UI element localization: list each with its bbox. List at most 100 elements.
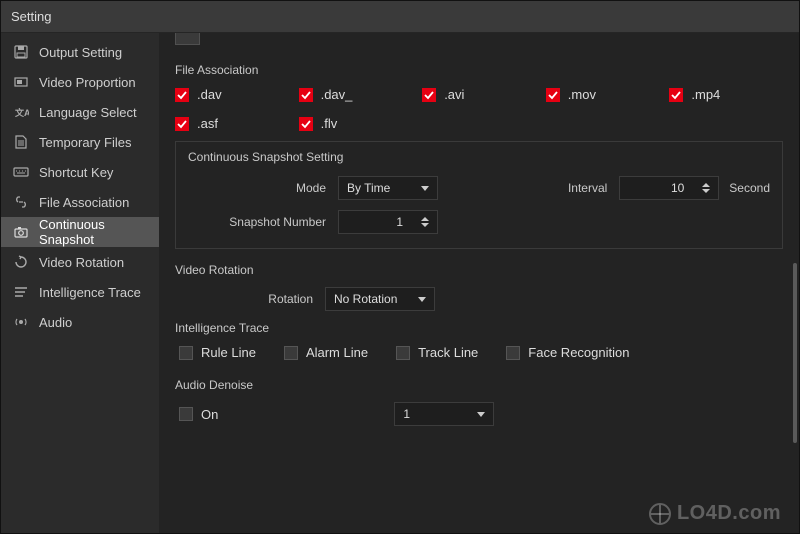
sidebar-item-video-proportion[interactable]: Video Proportion — [1, 67, 159, 97]
interval-input[interactable]: 10 — [619, 176, 719, 200]
checkbox-icon — [422, 88, 436, 102]
mode-select[interactable]: By Time — [338, 176, 438, 200]
trace-icon — [13, 284, 29, 300]
denoise-on-checkbox[interactable]: On — [179, 407, 218, 422]
intelligence-trace-title: Intelligence Trace — [175, 321, 783, 335]
trace-checkbox-rule-line[interactable]: Rule Line — [179, 345, 256, 360]
file-association-title: File Association — [175, 63, 783, 77]
interval-label: Interval — [549, 181, 619, 195]
checkbox-icon — [396, 346, 410, 360]
watermark: LO4D.com — [649, 502, 781, 525]
watermark-text: LO4D.com — [677, 502, 781, 525]
file-assoc-label: .dav — [197, 87, 222, 102]
main-content: File Association .dav .dav_ .avi — [159, 33, 799, 533]
intelligence-trace-section: Intelligence Trace Rule Line Alarm Line — [175, 321, 783, 360]
rotation-label: Rotation — [175, 292, 325, 306]
file-assoc-label: .avi — [444, 87, 464, 102]
proportion-icon — [13, 74, 29, 90]
truncated-button[interactable] — [175, 33, 200, 45]
file-assoc-label: .flv — [321, 116, 338, 131]
checkbox-icon — [175, 117, 189, 131]
checkbox-icon — [669, 88, 683, 102]
sidebar-item-label: Shortcut Key — [39, 165, 113, 180]
trace-label: Alarm Line — [306, 345, 368, 360]
audio-denoise-section: Audio Denoise On 1 — [175, 378, 783, 426]
sidebar-item-temporary-files[interactable]: Temporary Files — [1, 127, 159, 157]
language-icon: 文A — [13, 104, 29, 120]
sidebar-item-label: Video Proportion — [39, 75, 136, 90]
continuous-snapshot-title: Continuous Snapshot Setting — [188, 150, 770, 164]
sidebar-item-continuous-snapshot[interactable]: Continuous Snapshot — [1, 217, 159, 247]
sidebar-item-label: Continuous Snapshot — [39, 217, 147, 247]
spinner-icon — [421, 217, 429, 227]
snapshot-number-label: Snapshot Number — [188, 215, 338, 229]
denoise-on-label: On — [201, 407, 218, 422]
checkbox-icon — [179, 346, 193, 360]
file-assoc-checkbox-avi[interactable]: .avi — [422, 87, 536, 102]
checkbox-icon — [284, 346, 298, 360]
sidebar-item-label: Language Select — [39, 105, 137, 120]
trace-label: Rule Line — [201, 345, 256, 360]
chevron-down-icon — [421, 186, 429, 191]
video-rotation-section: Video Rotation Rotation No Rotation — [175, 263, 783, 311]
trace-checkbox-face-recognition[interactable]: Face Recognition — [506, 345, 629, 360]
rotation-icon — [13, 254, 29, 270]
mode-value: By Time — [347, 181, 390, 195]
checkbox-icon — [546, 88, 560, 102]
sidebar-item-label: Output Setting — [39, 45, 122, 60]
scrollbar[interactable] — [793, 263, 797, 443]
mode-label: Mode — [188, 181, 338, 195]
svg-text:文A: 文A — [14, 107, 29, 118]
snapshot-number-input[interactable]: 1 — [338, 210, 438, 234]
keyboard-icon — [13, 164, 29, 180]
file-assoc-label: .asf — [197, 116, 218, 131]
trace-label: Track Line — [418, 345, 478, 360]
video-rotation-title: Video Rotation — [175, 263, 783, 277]
file-association-section: File Association .dav .dav_ .avi — [175, 63, 783, 131]
file-assoc-label: .mov — [568, 87, 596, 102]
file-icon — [13, 134, 29, 150]
globe-icon — [649, 503, 671, 525]
sidebar-item-video-rotation[interactable]: Video Rotation — [1, 247, 159, 277]
close-button[interactable] — [765, 5, 789, 29]
file-assoc-checkbox-mov[interactable]: .mov — [546, 87, 660, 102]
audio-icon — [13, 314, 29, 330]
file-assoc-checkbox-mp4[interactable]: .mp4 — [669, 87, 783, 102]
file-assoc-label: .dav_ — [321, 87, 353, 102]
checkbox-icon — [299, 88, 313, 102]
sidebar-item-audio[interactable]: Audio — [1, 307, 159, 337]
sidebar-item-label: Video Rotation — [39, 255, 124, 270]
save-icon — [13, 44, 29, 60]
spinner-icon — [702, 183, 710, 193]
file-assoc-checkbox-flv[interactable]: .flv — [299, 116, 413, 131]
link-icon — [13, 194, 29, 210]
sidebar-item-file-association[interactable]: File Association — [1, 187, 159, 217]
checkbox-icon — [299, 117, 313, 131]
sidebar-item-label: File Association — [39, 195, 129, 210]
chevron-down-icon — [477, 412, 485, 417]
sidebar-item-label: Intelligence Trace — [39, 285, 141, 300]
sidebar-item-language-select[interactable]: 文A Language Select — [1, 97, 159, 127]
sidebar-item-output-setting[interactable]: Output Setting — [1, 37, 159, 67]
interval-value: 10 — [628, 181, 690, 195]
sidebar-item-intelligence-trace[interactable]: Intelligence Trace — [1, 277, 159, 307]
rotation-select[interactable]: No Rotation — [325, 287, 435, 311]
titlebar: Setting — [1, 1, 799, 33]
chevron-down-icon — [418, 297, 426, 302]
interval-unit: Second — [729, 181, 770, 195]
sidebar: Output Setting Video Proportion 文A Langu… — [1, 33, 159, 533]
rotation-value: No Rotation — [334, 292, 397, 306]
checkbox-icon — [179, 407, 193, 421]
trace-checkbox-alarm-line[interactable]: Alarm Line — [284, 345, 368, 360]
trace-checkbox-track-line[interactable]: Track Line — [396, 345, 478, 360]
sidebar-item-shortcut-key[interactable]: Shortcut Key — [1, 157, 159, 187]
denoise-level-select[interactable]: 1 — [394, 402, 494, 426]
trace-label: Face Recognition — [528, 345, 629, 360]
window-title: Setting — [11, 9, 51, 24]
settings-window: Setting Output Setting Video Proportion — [0, 0, 800, 534]
file-assoc-checkbox-asf[interactable]: .asf — [175, 116, 289, 131]
file-assoc-checkbox-dav[interactable]: .dav — [175, 87, 289, 102]
sidebar-item-label: Audio — [39, 315, 72, 330]
file-assoc-checkbox-dav_[interactable]: .dav_ — [299, 87, 413, 102]
camera-icon — [13, 224, 29, 240]
